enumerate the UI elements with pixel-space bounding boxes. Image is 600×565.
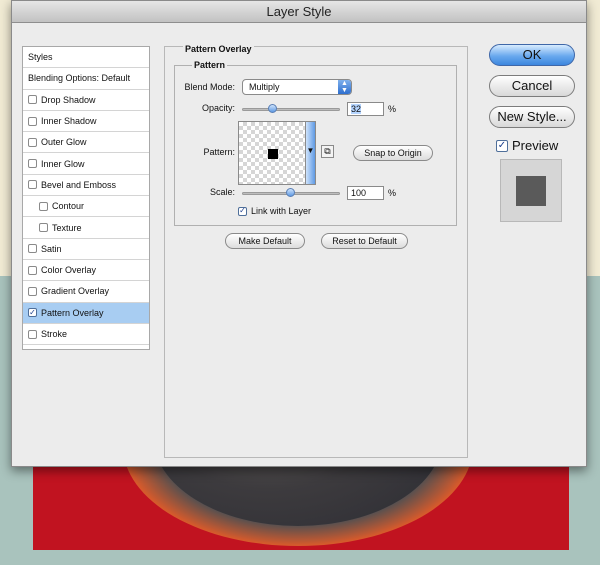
make-default-button[interactable]: Make Default xyxy=(225,233,305,249)
style-checkbox-inner-glow[interactable] xyxy=(28,159,37,169)
style-checkbox-gradient-overlay[interactable] xyxy=(28,286,37,296)
scale-input[interactable]: 100 xyxy=(347,186,384,200)
pattern-picker-swatch[interactable] xyxy=(238,121,306,185)
style-checkbox-color-overlay[interactable] xyxy=(28,265,37,275)
style-item-drop-shadow[interactable]: Drop Shadow xyxy=(23,90,149,111)
canvas-circle-photo xyxy=(153,466,443,526)
dialog-title: Layer Style xyxy=(12,1,586,23)
link-with-layer-checkbox[interactable]: ✓ xyxy=(238,206,247,216)
pattern-preview-square xyxy=(268,149,278,159)
style-item-label: Texture xyxy=(52,222,82,233)
style-item-bevel-and-emboss[interactable]: Bevel and Emboss xyxy=(23,175,149,197)
styles-header[interactable]: Styles xyxy=(23,47,149,69)
style-item-pattern-overlay[interactable]: ✓ Pattern Overlay xyxy=(23,302,149,324)
blend-mode-value: Multiply xyxy=(249,82,280,92)
style-item-label: Stroke xyxy=(41,329,68,339)
new-preset-icon[interactable]: ⧉ xyxy=(321,145,334,158)
canvas-circle-artwork xyxy=(123,466,473,546)
canvas-artwork xyxy=(33,466,569,550)
style-item-color-overlay[interactable]: Color Overlay xyxy=(23,260,149,282)
style-item-blending-options-default[interactable]: Blending Options: Default xyxy=(23,68,149,90)
style-item-inner-shadow[interactable]: Inner Shadow xyxy=(23,111,149,133)
style-item-label: Outer Glow xyxy=(41,137,87,148)
style-checkbox-bevel-and-emboss[interactable] xyxy=(28,180,37,190)
pattern-label: Pattern: xyxy=(203,147,235,157)
layer-style-dialog: Layer Style Styles Blending Options: Def… xyxy=(11,0,587,467)
style-checkbox-satin[interactable] xyxy=(28,244,37,254)
style-item-contour[interactable]: Contour xyxy=(23,196,149,218)
style-checkbox-drop-shadow[interactable] xyxy=(28,95,37,105)
style-checkbox-outer-glow[interactable] xyxy=(28,137,37,147)
style-checkbox-contour[interactable] xyxy=(39,201,48,211)
style-preview-thumbnail xyxy=(500,159,562,222)
snap-to-origin-button[interactable]: Snap to Origin xyxy=(353,145,433,161)
pattern-group-title: Pattern xyxy=(192,60,228,70)
blend-mode-label: Blend Mode: xyxy=(184,82,235,92)
style-checkbox-stroke[interactable] xyxy=(28,329,37,339)
style-checkbox-inner-shadow[interactable] xyxy=(28,116,37,126)
style-item-texture[interactable]: Texture xyxy=(23,217,149,239)
style-item-label: Pattern Overlay xyxy=(41,307,104,318)
style-preview-square xyxy=(516,176,546,206)
link-with-layer-row[interactable]: ✓ Link with Layer xyxy=(238,206,311,216)
style-checkbox-texture[interactable] xyxy=(39,223,48,233)
new-style-button[interactable]: New Style... xyxy=(489,106,575,128)
preview-label: Preview xyxy=(512,138,559,153)
style-checkbox-pattern-overlay[interactable]: ✓ xyxy=(28,308,37,318)
style-item-label: Blending Options: Default xyxy=(28,73,131,84)
opacity-slider-track[interactable] xyxy=(242,108,340,111)
styles-list: Styles Blending Options: Default Drop Sha… xyxy=(22,46,150,350)
link-with-layer-label: Link with Layer xyxy=(251,206,312,216)
preview-row[interactable]: ✓ Preview xyxy=(496,138,558,153)
updown-arrows-icon: ▲ ▼ xyxy=(338,80,351,94)
blend-mode-select[interactable]: Multiply ▲ ▼ xyxy=(242,79,352,95)
opacity-percent: % xyxy=(388,104,397,114)
opacity-label: Opacity: xyxy=(201,103,235,113)
scale-slider-thumb[interactable] xyxy=(286,188,295,197)
cancel-button[interactable]: Cancel xyxy=(489,75,575,97)
pattern-menu-arrow-icon[interactable]: ▼ xyxy=(306,121,316,185)
style-item-stroke[interactable]: Stroke xyxy=(23,324,149,346)
pattern-overlay-title: Pattern Overlay xyxy=(183,44,254,54)
style-item-label: Inner Glow xyxy=(41,158,85,169)
style-item-label: Inner Shadow xyxy=(41,116,97,127)
style-item-label: Gradient Overlay xyxy=(41,286,110,297)
style-item-label: Contour xyxy=(52,201,85,212)
style-item-label: Drop Shadow xyxy=(41,94,96,105)
scale-label: Scale: xyxy=(209,187,235,197)
scale-percent: % xyxy=(388,188,397,198)
style-item-gradient-overlay[interactable]: Gradient Overlay xyxy=(23,281,149,303)
reset-to-default-button[interactable]: Reset to Default xyxy=(321,233,408,249)
style-item-inner-glow[interactable]: Inner Glow xyxy=(23,153,149,175)
style-item-label: Bevel and Emboss xyxy=(41,179,117,190)
preview-checkbox[interactable]: ✓ xyxy=(496,139,508,152)
style-item-satin[interactable]: Satin xyxy=(23,239,149,260)
style-item-outer-glow[interactable]: Outer Glow xyxy=(23,132,149,154)
ok-button[interactable]: OK xyxy=(489,44,575,66)
style-item-label: Satin xyxy=(41,243,62,254)
style-item-label: Color Overlay xyxy=(41,265,97,276)
opacity-input[interactable]: 32 xyxy=(347,102,384,116)
